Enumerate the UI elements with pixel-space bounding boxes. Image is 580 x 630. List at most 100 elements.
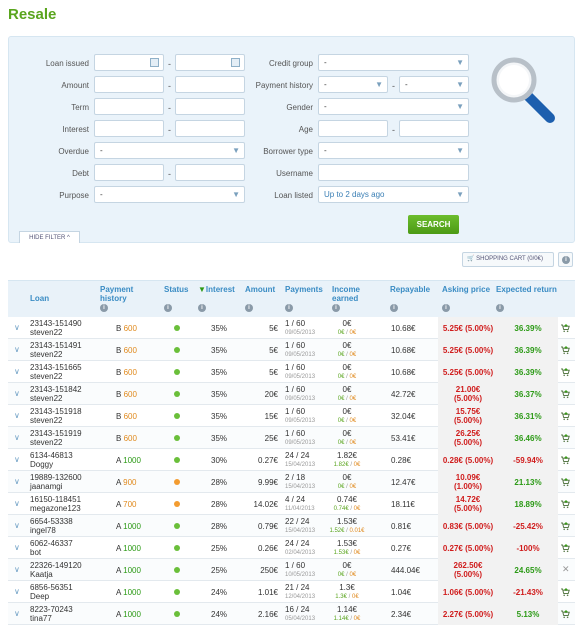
col-interest[interactable]: ▼Interest i (198, 285, 235, 312)
loan-user[interactable]: Doggy (30, 460, 53, 469)
loan-user[interactable]: Deep (30, 592, 49, 601)
borrower-type-select[interactable]: - ▼ (318, 142, 469, 159)
table-row[interactable]: ∨ 6134-46813 Doggy A 1000 30% 0.27€ 24 / 24 15/… (8, 449, 575, 471)
loan-user[interactable]: jaanamgi (30, 482, 62, 491)
loan-id[interactable]: 16150-118451 (30, 495, 81, 504)
table-row[interactable]: ∨ 19889-132600 jaanamgi A 900 28% 9.99€ 2 / 18… (8, 471, 575, 493)
loan-user[interactable]: steven22 (30, 328, 62, 337)
table-row[interactable]: ∨ 16150-118451 megazone123 A 700 28% 14.02€ 4 … (8, 493, 575, 515)
loan-id[interactable]: 19889-132600 (30, 473, 82, 482)
table-row[interactable]: ∨ 6062-46337 bot A 1000 25% 0.26€ 24 / 24 02/04… (8, 537, 575, 559)
chevron-down-icon[interactable]: ∨ (14, 565, 20, 574)
add-to-cart-icon[interactable] (560, 609, 570, 619)
loan-user[interactable]: steven22 (30, 394, 62, 403)
info-button[interactable]: i (558, 252, 573, 267)
col-amount[interactable]: Amount i (245, 285, 275, 312)
interest-from-input[interactable] (94, 120, 164, 137)
loan-id[interactable]: 23143-151918 (30, 407, 82, 416)
debt-from-input[interactable] (94, 164, 164, 181)
remove-icon[interactable]: ✕ (562, 565, 570, 574)
add-to-cart-icon[interactable] (560, 587, 570, 597)
chevron-down-icon[interactable]: ∨ (14, 433, 20, 442)
table-row[interactable]: ∨ 6654-53338 ingel78 A 1000 28% 0.79€ 22 / 24 1… (8, 515, 575, 537)
add-to-cart-icon[interactable] (560, 411, 570, 421)
term-from-input[interactable] (94, 98, 164, 115)
add-to-cart-icon[interactable] (560, 521, 570, 531)
add-to-cart-icon[interactable] (560, 499, 570, 509)
hide-filter-tab[interactable]: HIDE FILTER ^ (19, 231, 80, 243)
loan-user[interactable]: tina77 (30, 614, 52, 623)
col-asking-price[interactable]: Asking price i (442, 285, 490, 312)
loan-id[interactable]: 6134-46813 (30, 451, 73, 460)
add-to-cart-icon[interactable] (560, 367, 570, 377)
table-row[interactable]: ∨ 8223-70243 tina77 A 1000 24% 2.16€ 16 / 24 05… (8, 603, 575, 625)
chevron-down-icon[interactable]: ∨ (14, 521, 20, 530)
col-loan[interactable]: Loan (30, 294, 49, 303)
add-to-cart-icon[interactable] (560, 455, 570, 465)
loan-id[interactable]: 8223-70243 (30, 605, 73, 614)
chevron-down-icon[interactable]: ∨ (14, 367, 20, 376)
chevron-down-icon[interactable]: ∨ (14, 543, 20, 552)
chevron-down-icon[interactable]: ∨ (14, 455, 20, 464)
col-repayable[interactable]: Repayable i (390, 285, 430, 312)
loan-user[interactable]: megazone123 (30, 504, 81, 513)
table-row[interactable]: ∨ 23143-151491 steven22 B 600 35% 5€ 1 / 60 09/… (8, 339, 575, 361)
purpose-select[interactable]: - ▼ (94, 186, 245, 203)
credit-group-select[interactable]: - ▼ (318, 54, 469, 71)
loan-id[interactable]: 23143-151842 (30, 385, 82, 394)
table-row[interactable]: ∨ 6856-56351 Deep A 1000 24% 1.01€ 21 / 24 12/0… (8, 581, 575, 603)
chevron-down-icon[interactable]: ∨ (14, 587, 20, 596)
add-to-cart-icon[interactable] (560, 345, 570, 355)
amount-from-input[interactable] (94, 76, 164, 93)
chevron-down-icon[interactable]: ∨ (14, 499, 20, 508)
table-row[interactable]: ∨ 23143-151919 steven22 B 600 35% 25€ 1 / 60 09… (8, 427, 575, 449)
loan-id[interactable]: 6062-46337 (30, 539, 73, 548)
table-row[interactable]: ∨ 23143-151490 steven22 B 600 35% 5€ 1 / 60 09/… (8, 317, 575, 339)
col-income[interactable]: Income earned i (332, 285, 372, 312)
age-from-input[interactable] (318, 120, 388, 137)
gender-select[interactable]: - ▼ (318, 98, 469, 115)
loan-id[interactable]: 23143-151490 (30, 319, 82, 328)
chevron-down-icon[interactable]: ∨ (14, 323, 20, 332)
loan-user[interactable]: steven22 (30, 438, 62, 447)
chevron-down-icon[interactable]: ∨ (14, 389, 20, 398)
loan-id[interactable]: 22326-149120 (30, 561, 82, 570)
overdue-select[interactable]: - ▼ (94, 142, 245, 159)
table-row[interactable]: ∨ 22326-149120 Kaatja A 1000 25% 250€ 1 / 60 10… (8, 559, 575, 581)
add-to-cart-icon[interactable] (560, 323, 570, 333)
loan-id[interactable]: 23143-151491 (30, 341, 82, 350)
add-to-cart-icon[interactable] (560, 389, 570, 399)
loan-listed-select[interactable]: Up to 2 days ago ▼ (318, 186, 469, 203)
payment-history-from-select[interactable]: - ▼ (318, 76, 388, 93)
add-to-cart-icon[interactable] (560, 543, 570, 553)
age-to-input[interactable] (399, 120, 469, 137)
loan-id[interactable]: 6654-53338 (30, 517, 73, 526)
loan-user[interactable]: Kaatja (30, 570, 53, 579)
col-payment-history[interactable]: Payment history i (100, 285, 148, 312)
loan-id[interactable]: 6856-56351 (30, 583, 73, 592)
add-to-cart-icon[interactable] (560, 477, 570, 487)
table-row[interactable]: ∨ 23143-151918 steven22 B 600 35% 15€ 1 / 60 09… (8, 405, 575, 427)
search-button[interactable]: SEARCH (408, 215, 459, 234)
table-row[interactable]: ∨ 23143-151665 steven22 B 600 35% 5€ 1 / 60 09/… (8, 361, 575, 383)
loan-issued-from-input[interactable] (94, 54, 164, 71)
payment-history-to-select[interactable]: - ▼ (399, 76, 469, 93)
shopping-cart-button[interactable]: 🛒 SHOPPING CART (0/0€) (462, 252, 554, 267)
loan-id[interactable]: 23143-151919 (30, 429, 82, 438)
calendar-icon[interactable] (150, 58, 159, 67)
loan-user[interactable]: steven22 (30, 350, 62, 359)
chevron-down-icon[interactable]: ∨ (14, 477, 20, 486)
col-status[interactable]: Status i (164, 285, 188, 312)
table-row[interactable]: ∨ 23143-151842 steven22 B 600 35% 20€ 1 / 60 09… (8, 383, 575, 405)
loan-user[interactable]: steven22 (30, 416, 62, 425)
chevron-down-icon[interactable]: ∨ (14, 411, 20, 420)
col-payments[interactable]: Payments i (285, 285, 323, 312)
loan-user[interactable]: steven22 (30, 372, 62, 381)
loan-user[interactable]: bot (30, 548, 41, 557)
chevron-down-icon[interactable]: ∨ (14, 609, 20, 618)
loan-user[interactable]: ingel78 (30, 526, 56, 535)
loan-id[interactable]: 23143-151665 (30, 363, 82, 372)
chevron-down-icon[interactable]: ∨ (14, 345, 20, 354)
username-input[interactable] (318, 164, 469, 181)
col-expected-return[interactable]: Expected return i (496, 285, 557, 312)
